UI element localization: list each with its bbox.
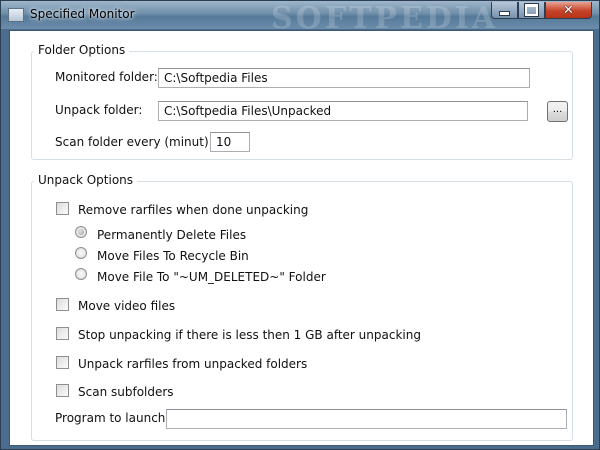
scan-interval-input[interactable]: 10	[210, 132, 250, 152]
minimize-icon	[499, 10, 510, 16]
window-title: Specified Monitor	[30, 7, 135, 21]
scan-interval-label: Scan folder every (minut):	[55, 135, 213, 149]
title-bar[interactable]: Specified Monitor SOFTPEDIA ✕	[1, 1, 599, 36]
permanently-delete-radio[interactable]	[75, 226, 87, 238]
remove-rarfiles-checkbox[interactable]	[56, 202, 69, 215]
maximize-button[interactable]	[518, 2, 545, 19]
close-button[interactable]: ✕	[545, 2, 592, 19]
remove-rarfiles-label: Remove rarfiles when done unpacking	[78, 203, 309, 217]
unpack-nested-checkbox[interactable]	[56, 356, 69, 369]
unpack-options-title: Unpack Options	[34, 173, 138, 187]
scan-subfolders-checkbox[interactable]	[56, 384, 69, 397]
program-to-launch-label: Program to launch:	[55, 411, 170, 425]
app-window: Specified Monitor SOFTPEDIA ✕ Folder Opt…	[0, 0, 600, 450]
recycle-bin-label: Move Files To Recycle Bin	[97, 249, 249, 263]
folder-options-title: Folder Options	[34, 43, 130, 57]
unpack-nested-label: Unpack rarfiles from unpacked folders	[78, 357, 308, 371]
stop-unpacking-checkbox[interactable]	[56, 327, 69, 340]
program-to-launch-input[interactable]	[166, 409, 567, 429]
browse-button[interactable]: ...	[547, 101, 568, 122]
deleted-folder-radio[interactable]	[75, 268, 87, 280]
main-panel: Folder Options Monitored folder: C:\Soft…	[9, 30, 594, 446]
move-video-label: Move video files	[78, 299, 176, 313]
maximize-icon	[524, 3, 539, 17]
move-video-checkbox[interactable]	[56, 298, 69, 311]
minimize-button[interactable]	[491, 2, 518, 19]
scan-subfolders-label: Scan subfolders	[78, 385, 174, 399]
app-icon	[8, 8, 24, 22]
close-icon: ✕	[563, 2, 574, 18]
monitored-folder-label: Monitored folder:	[55, 70, 158, 84]
recycle-bin-radio[interactable]	[75, 247, 87, 259]
permanently-delete-label: Permanently Delete Files	[97, 228, 247, 242]
unpack-folder-input[interactable]: C:\Softpedia Files\Unpacked	[158, 101, 528, 121]
deleted-folder-label: Move File To "~UM_DELETED~" Folder	[97, 270, 326, 284]
unpack-folder-label: Unpack folder:	[55, 103, 143, 117]
stop-unpacking-label: Stop unpacking if there is less then 1 G…	[78, 328, 421, 342]
monitored-folder-input[interactable]: C:\Softpedia Files	[158, 68, 530, 88]
